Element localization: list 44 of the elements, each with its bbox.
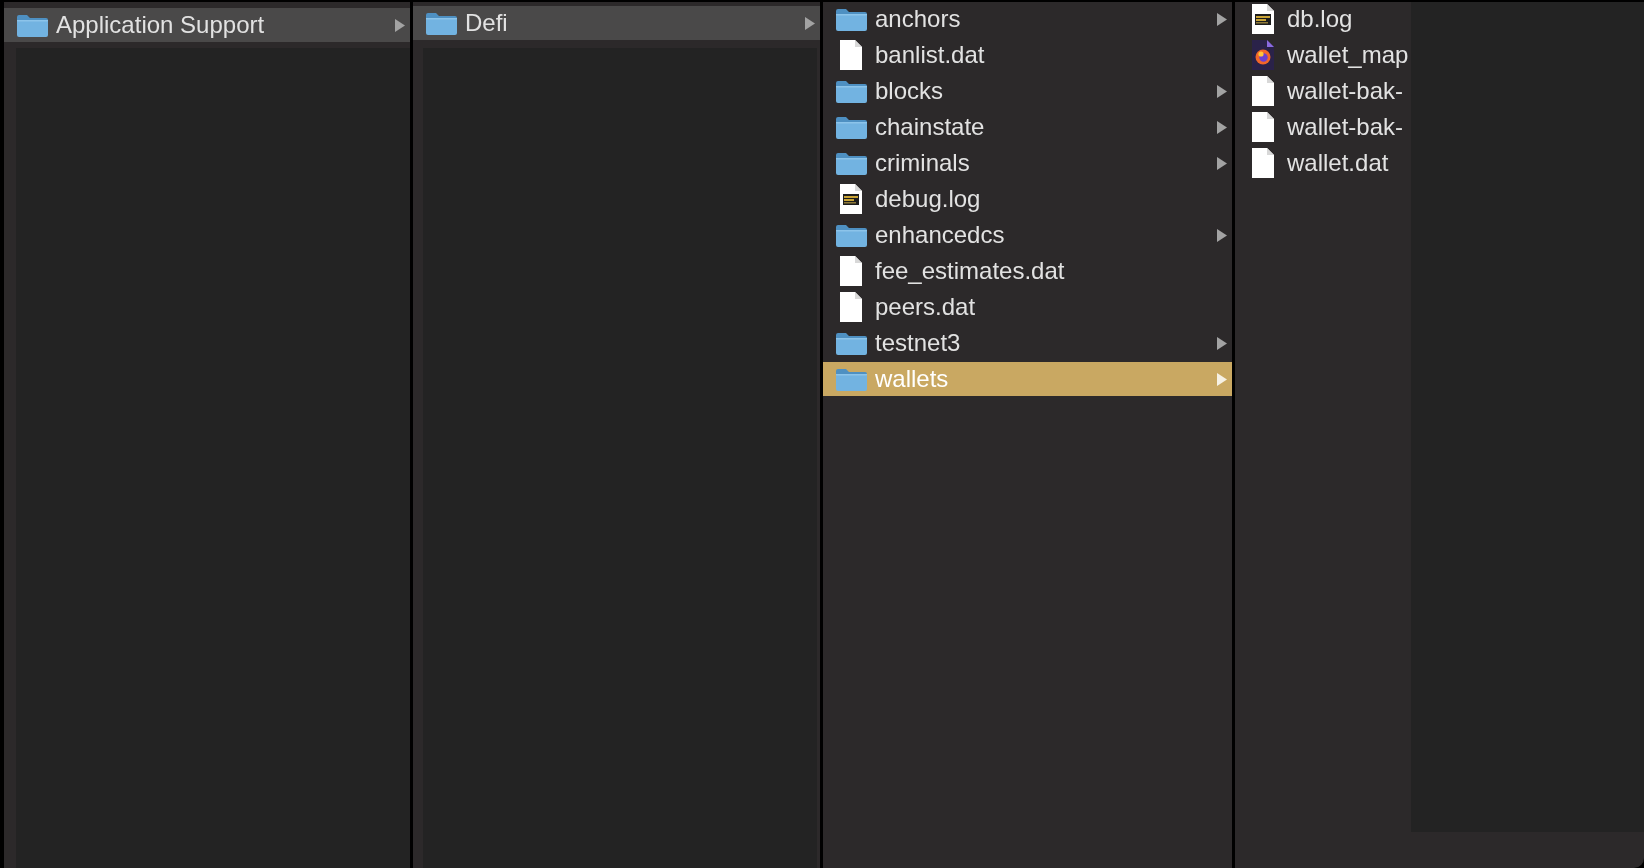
folder-item[interactable]: blocks	[823, 74, 1232, 108]
disclosure-triangle-icon	[395, 18, 405, 32]
file-item[interactable]: banlist.dat	[823, 38, 1232, 72]
folder-item[interactable]: testnet3	[823, 326, 1232, 360]
folder-icon	[835, 223, 867, 247]
blank-document-icon	[1252, 76, 1274, 106]
file-item[interactable]: wallet-bak-	[1235, 74, 1411, 108]
log-document-icon	[840, 184, 862, 214]
folder-icon	[16, 13, 48, 37]
blank-document-icon	[840, 40, 862, 70]
folder-item[interactable]: Application Support	[4, 8, 410, 42]
file-item[interactable]: wallet.dat	[1235, 146, 1411, 180]
log-document-icon	[1252, 4, 1274, 34]
emblem-document-icon	[1252, 40, 1274, 70]
file-item[interactable]: peers.dat	[823, 290, 1232, 324]
folder-item[interactable]: Defi	[413, 6, 820, 40]
disclosure-triangle-icon	[1217, 12, 1227, 26]
folder-icon	[835, 331, 867, 355]
folder-icon	[835, 367, 867, 391]
disclosure-triangle-icon	[1217, 372, 1227, 386]
blank-document-icon	[1252, 112, 1274, 142]
file-item[interactable]: debug.log	[823, 182, 1232, 216]
folder-item[interactable]: criminals	[823, 146, 1232, 180]
blank-document-icon	[840, 292, 862, 322]
folder-item[interactable]: chainstate	[823, 110, 1232, 144]
disclosure-triangle-icon	[1217, 156, 1227, 170]
disclosure-triangle-icon	[1217, 336, 1227, 350]
disclosure-triangle-icon	[1217, 120, 1227, 134]
folder-item[interactable]: enhancedcs	[823, 218, 1232, 252]
file-item[interactable]: db.log	[1235, 2, 1411, 36]
disclosure-triangle-icon	[1217, 84, 1227, 98]
folder-icon	[835, 151, 867, 175]
folder-icon	[835, 115, 867, 139]
blank-document-icon	[1252, 148, 1274, 178]
folder-item[interactable]: anchors	[823, 2, 1232, 36]
disclosure-triangle-icon	[1217, 228, 1227, 242]
folder-icon	[425, 11, 457, 35]
folder-icon	[835, 79, 867, 103]
disclosure-triangle-icon	[805, 16, 815, 30]
file-item[interactable]: fee_estimates.dat	[823, 254, 1232, 288]
folder-icon	[835, 7, 867, 31]
blank-document-icon	[840, 256, 862, 286]
file-item[interactable]: wallet-bak-	[1235, 110, 1411, 144]
file-item[interactable]: wallet_map	[1235, 38, 1411, 72]
